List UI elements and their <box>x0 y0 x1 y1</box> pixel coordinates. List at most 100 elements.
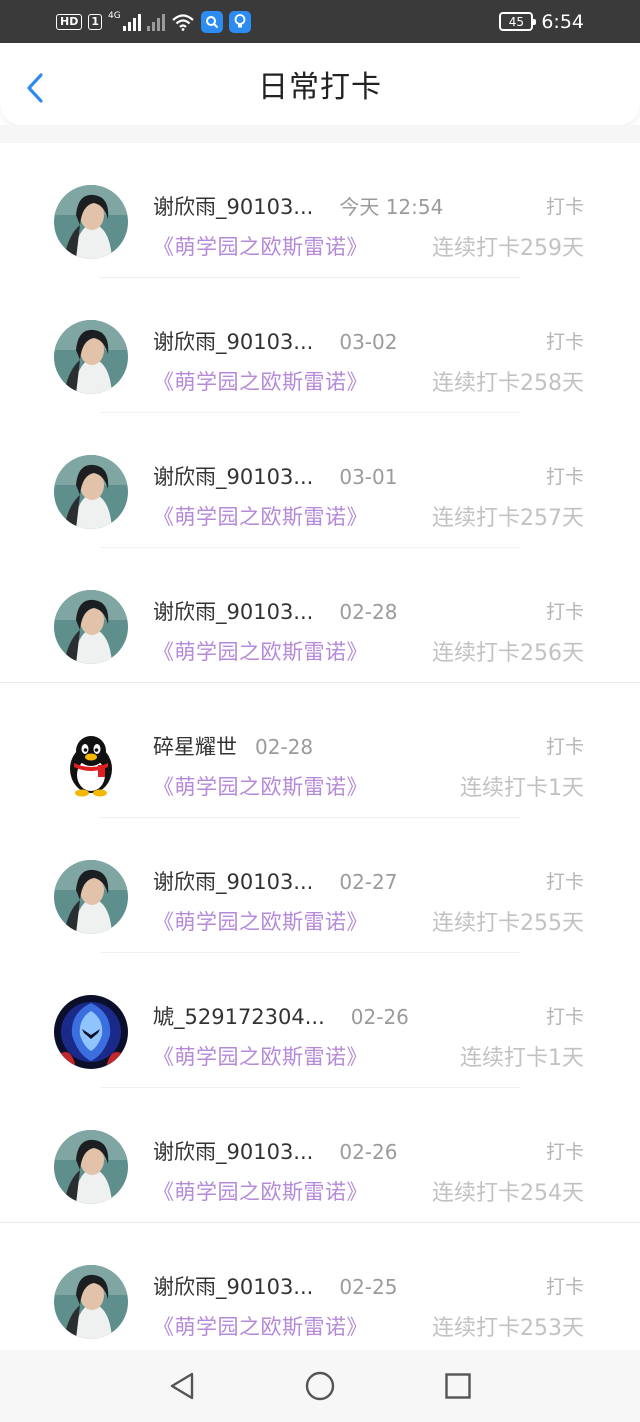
checkin-row[interactable]: 谢欣雨_90103... 03-01 打卡 《萌学园之欧斯雷诺》 连续打卡257… <box>0 413 640 548</box>
back-button[interactable] <box>20 70 50 106</box>
action-label: 打卡 <box>545 466 584 488</box>
portrait-avatar-icon <box>54 320 128 394</box>
portrait-avatar-icon <box>54 590 128 664</box>
page-title: 日常打卡 <box>258 70 382 105</box>
search-app-icon <box>200 10 223 33</box>
triangle-back-icon <box>170 1372 194 1400</box>
action-label: 打卡 <box>545 196 584 218</box>
bulb-app-icon <box>228 10 251 33</box>
user-name[interactable]: 谢欣雨_90103... <box>153 1136 313 1166</box>
battery-icon: 45 <box>499 12 537 31</box>
streak-count: 连续打卡253天 <box>432 1316 584 1341</box>
square-recent-icon <box>445 1373 471 1399</box>
avatar[interactable] <box>54 995 128 1069</box>
book-title[interactable]: 《萌学园之欧斯雷诺》 <box>153 366 368 396</box>
book-title[interactable]: 《萌学园之欧斯雷诺》 <box>153 636 368 666</box>
name-line: 虓_529172304... 02-26 <box>153 1001 409 1031</box>
action-label: 打卡 <box>545 1276 584 1298</box>
action-label: 打卡 <box>545 601 584 623</box>
armor-avatar-icon <box>54 995 128 1069</box>
name-line: 碎星耀世 02-28 <box>153 731 313 761</box>
avatar[interactable] <box>54 1265 128 1339</box>
book-title[interactable]: 《萌学园之欧斯雷诺》 <box>153 1176 368 1206</box>
checkin-row[interactable]: 谢欣雨_90103... 今天 12:54 打卡 《萌学园之欧斯雷诺》 连续打卡… <box>0 143 640 278</box>
user-name[interactable]: 虓_529172304... <box>153 1001 325 1031</box>
streak-count: 连续打卡255天 <box>432 911 584 936</box>
name-line: 谢欣雨_90103... 02-27 <box>153 866 397 896</box>
streak-count: 连续打卡1天 <box>460 1046 584 1071</box>
hd-icon: HD <box>56 13 83 30</box>
status-left: HD 1 4G <box>56 10 251 33</box>
avatar[interactable] <box>54 725 128 799</box>
avatar[interactable] <box>54 320 128 394</box>
checkin-row[interactable]: 谢欣雨_90103... 03-02 打卡 《萌学园之欧斯雷诺》 连续打卡258… <box>0 278 640 413</box>
avatar[interactable] <box>54 1130 128 1204</box>
book-title[interactable]: 《萌学园之欧斯雷诺》 <box>153 1311 368 1341</box>
post-time: 今天 12:54 <box>339 195 444 219</box>
nav-back-button[interactable] <box>166 1370 198 1402</box>
book-title[interactable]: 《萌学园之欧斯雷诺》 <box>153 231 368 261</box>
status-bar: HD 1 4G 45 6:54 <box>0 0 640 43</box>
header-divider <box>0 125 640 143</box>
portrait-avatar-icon <box>54 455 128 529</box>
signal-icon <box>122 13 141 31</box>
sim-label: 1 <box>91 14 99 28</box>
portrait-avatar-icon <box>54 860 128 934</box>
name-line: 谢欣雨_90103... 03-01 <box>153 461 397 491</box>
battery-level: 45 <box>508 14 524 29</box>
book-title[interactable]: 《萌学园之欧斯雷诺》 <box>153 771 368 801</box>
checkin-row[interactable]: 谢欣雨_90103... 02-26 打卡 《萌学园之欧斯雷诺》 连续打卡254… <box>0 1088 640 1223</box>
action-label: 打卡 <box>545 1141 584 1163</box>
streak-count: 连续打卡1天 <box>460 776 584 801</box>
post-time: 02-27 <box>339 870 398 894</box>
avatar[interactable] <box>54 860 128 934</box>
system-nav-bar <box>0 1350 640 1422</box>
user-name[interactable]: 碎星耀世 <box>153 731 237 761</box>
app-header: 日常打卡 <box>0 43 640 125</box>
user-name[interactable]: 谢欣雨_90103... <box>153 461 313 491</box>
user-name[interactable]: 谢欣雨_90103... <box>153 1271 313 1301</box>
portrait-avatar-icon <box>54 1265 128 1339</box>
status-right: 45 6:54 <box>499 11 584 33</box>
nav-home-button[interactable] <box>304 1370 336 1402</box>
book-title[interactable]: 《萌学园之欧斯雷诺》 <box>153 906 368 936</box>
checkin-row[interactable]: 谢欣雨_90103... 02-27 打卡 《萌学园之欧斯雷诺》 连续打卡255… <box>0 818 640 953</box>
nav-recent-button[interactable] <box>442 1370 474 1402</box>
streak-count: 连续打卡258天 <box>432 371 584 396</box>
portrait-avatar-icon <box>54 1130 128 1204</box>
book-title[interactable]: 《萌学园之欧斯雷诺》 <box>153 501 368 531</box>
avatar[interactable] <box>54 185 128 259</box>
name-line: 谢欣雨_90103... 02-28 <box>153 596 397 626</box>
streak-count: 连续打卡256天 <box>432 641 584 666</box>
hd-label: HD <box>60 14 79 28</box>
streak-count: 连续打卡257天 <box>432 506 584 531</box>
action-label: 打卡 <box>545 736 584 758</box>
checkin-row[interactable]: 谢欣雨_90103... 02-28 打卡 《萌学园之欧斯雷诺》 连续打卡256… <box>0 548 640 683</box>
user-name[interactable]: 谢欣雨_90103... <box>153 596 313 626</box>
name-line: 谢欣雨_90103... 今天 12:54 <box>153 191 443 221</box>
post-time: 02-26 <box>350 1005 409 1029</box>
checkin-row[interactable]: 碎星耀世 02-28 打卡 《萌学园之欧斯雷诺》 连续打卡1天 <box>0 683 640 818</box>
checkin-row[interactable]: 谢欣雨_90103... 02-25 打卡 《萌学园之欧斯雷诺》 连续打卡253… <box>0 1223 640 1358</box>
action-label: 打卡 <box>545 331 584 353</box>
post-time: 02-26 <box>339 1140 398 1164</box>
checkin-row[interactable]: 虓_529172304... 02-26 打卡 《萌学园之欧斯雷诺》 连续打卡1… <box>0 953 640 1088</box>
checkin-list: 谢欣雨_90103... 今天 12:54 打卡 《萌学园之欧斯雷诺》 连续打卡… <box>0 143 640 1358</box>
avatar[interactable] <box>54 590 128 664</box>
clock: 6:54 <box>541 10 584 33</box>
name-line: 谢欣雨_90103... 02-25 <box>153 1271 397 1301</box>
user-name[interactable]: 谢欣雨_90103... <box>153 866 313 896</box>
circle-home-icon <box>305 1371 335 1401</box>
signal-2-icon <box>146 13 165 31</box>
chevron-left-icon <box>27 73 43 103</box>
portrait-avatar-icon <box>54 185 128 259</box>
user-name[interactable]: 谢欣雨_90103... <box>153 326 313 356</box>
wifi-icon <box>171 13 194 31</box>
name-line: 谢欣雨_90103... 02-26 <box>153 1136 397 1166</box>
post-time: 02-28 <box>255 735 314 759</box>
streak-count: 连续打卡259天 <box>432 236 584 261</box>
user-name[interactable]: 谢欣雨_90103... <box>153 191 313 221</box>
book-title[interactable]: 《萌学园之欧斯雷诺》 <box>153 1041 368 1071</box>
avatar[interactable] <box>54 455 128 529</box>
streak-count: 连续打卡254天 <box>432 1181 584 1206</box>
